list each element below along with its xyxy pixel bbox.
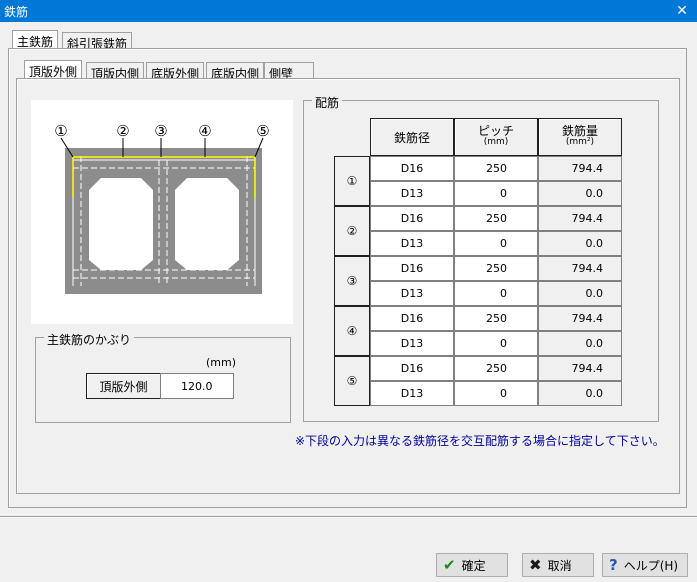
rebar-group-label: ④ — [334, 306, 370, 356]
rebar-area-cell: 0.0 — [538, 281, 622, 306]
rebar-pitch-cell[interactable]: 250 — [454, 306, 538, 331]
ok-button[interactable]: ✔ 確定 — [436, 553, 508, 577]
rebar-diameter-cell[interactable]: D13 — [370, 181, 454, 206]
header-area-text: 鉄筋量 — [561, 124, 598, 138]
cover-unit: (mm) — [206, 356, 237, 369]
rebar-area-cell: 0.0 — [538, 231, 622, 256]
footnote: ※下段の入力は異なる鉄筋径を交互配筋する場合に指定して下さい。 — [295, 434, 665, 448]
box-culvert-diagram: ① ② ③ ④ ⑤ — [31, 100, 293, 324]
rebar-area-cell: 0.0 — [538, 381, 622, 406]
header-diameter-text: 鉄筋径 — [393, 130, 430, 145]
diagram-label-5: ⑤ — [256, 122, 269, 140]
rebar-area-cell: 794.4 — [538, 306, 622, 331]
tab-top-slab-outer[interactable]: 頂版外側 — [24, 60, 83, 80]
diagram-label-3: ③ — [154, 122, 167, 140]
ok-button-label: 確定 — [461, 558, 486, 573]
rebar-pitch-cell[interactable]: 250 — [454, 256, 538, 281]
rebar-diameter-cell[interactable]: D16 — [370, 306, 454, 331]
rebar-pitch-cell[interactable]: 0 — [454, 331, 538, 356]
cover-value-input[interactable]: 120.0 — [160, 373, 234, 399]
cell-left — [89, 178, 153, 270]
rebar-area-cell: 0.0 — [538, 331, 622, 356]
close-icon[interactable]: ✕ — [667, 0, 697, 22]
rebar-group-label: ⑤ — [334, 356, 370, 406]
cover-group-title: 主鉄筋のかぶり — [44, 331, 135, 348]
header-pitch-text: ピッチ — [477, 124, 514, 138]
diagram-label-1: ① — [54, 122, 67, 140]
cover-value: 120.0 — [181, 379, 213, 393]
header-pitch: ピッチ (mm) — [454, 118, 538, 156]
rebar-area-cell: 794.4 — [538, 356, 622, 381]
rebar-diameter-cell[interactable]: D16 — [370, 206, 454, 231]
header-diameter: 鉄筋径 — [370, 118, 454, 156]
cell-right — [175, 178, 239, 270]
rebar-diameter-cell[interactable]: D13 — [370, 331, 454, 356]
rebar-pitch-cell[interactable]: 250 — [454, 356, 538, 381]
cancel-button-label: 取消 — [547, 558, 572, 573]
culvert-svg: ① ② ③ ④ ⑤ — [54, 122, 270, 294]
rebar-diameter-cell[interactable]: D16 — [370, 156, 454, 181]
tab-main-rebar[interactable]: 主鉄筋 — [12, 30, 59, 50]
rebar-diameter-cell[interactable]: D13 — [370, 381, 454, 406]
tab-label: 頂版外側 — [29, 65, 78, 79]
rebar-group-label: ② — [334, 206, 370, 256]
diagram-label-4: ④ — [198, 122, 211, 140]
rebar-area-cell: 794.4 — [538, 256, 622, 281]
cover-row-label: 頂版外側 — [86, 373, 161, 399]
rebar-area-cell: 794.4 — [538, 206, 622, 231]
rebar-group-label: ① — [334, 156, 370, 206]
cancel-button[interactable]: ✖ 取消 — [522, 553, 594, 577]
rebar-diameter-cell[interactable]: D16 — [370, 356, 454, 381]
separator — [0, 516, 697, 518]
question-icon: ? — [609, 556, 618, 574]
header-area-unit: (mm²) — [565, 137, 595, 147]
header-pitch-unit: (mm) — [483, 137, 509, 147]
cover-row-label-text: 頂版外側 — [99, 379, 148, 394]
help-button-label: ヘルプ(H) — [623, 558, 679, 573]
rebar-pitch-cell[interactable]: 250 — [454, 206, 538, 231]
rebar-diameter-cell[interactable]: D13 — [370, 281, 454, 306]
help-button[interactable]: ? ヘルプ(H) — [602, 553, 688, 577]
rebar-group-label: ③ — [334, 256, 370, 306]
rebar-diameter-cell[interactable]: D16 — [370, 256, 454, 281]
rebar-diameter-cell[interactable]: D13 — [370, 231, 454, 256]
rebar-pitch-cell[interactable]: 0 — [454, 281, 538, 306]
tab-label: 主鉄筋 — [17, 35, 54, 49]
rebar-area-cell: 794.4 — [538, 156, 622, 181]
window-title: 鉄筋 — [4, 5, 29, 19]
rebar-pitch-cell[interactable]: 0 — [454, 231, 538, 256]
check-icon: ✔ — [443, 556, 456, 574]
rebar-pitch-cell[interactable]: 0 — [454, 381, 538, 406]
cross-icon: ✖ — [529, 556, 542, 574]
rebar-area-cell: 0.0 — [538, 181, 622, 206]
header-area: 鉄筋量 (mm²) — [538, 118, 622, 156]
rebar-pitch-cell[interactable]: 250 — [454, 156, 538, 181]
title-bar: 鉄筋 ✕ — [0, 0, 697, 22]
rebar-pitch-cell[interactable]: 0 — [454, 181, 538, 206]
diagram-label-2: ② — [116, 122, 129, 140]
rebar-group-title: 配筋 — [312, 94, 343, 111]
